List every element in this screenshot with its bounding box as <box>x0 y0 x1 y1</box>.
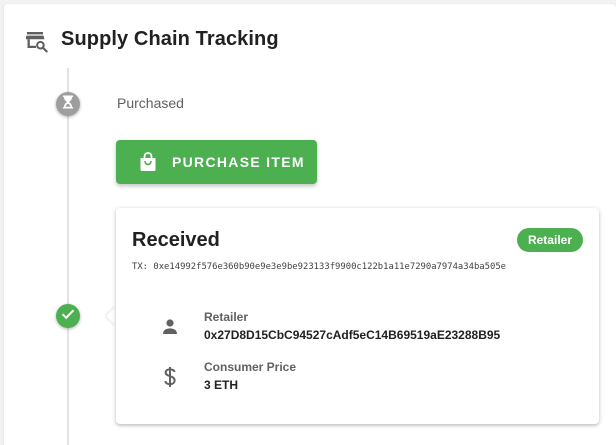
step-label-purchased: Purchased <box>117 95 184 111</box>
received-card: Received Retailer TX: 0xe14992f576e360b9… <box>116 208 599 424</box>
check-icon <box>61 307 75 325</box>
retailer-label: Retailer <box>204 310 249 324</box>
card-title: Received <box>132 229 220 251</box>
consumer-price-value: 3 ETH <box>204 378 239 392</box>
hourglass-icon <box>62 95 74 114</box>
card-pointer <box>106 306 116 326</box>
purchase-item-label: PURCHASE ITEM <box>172 154 305 170</box>
shopping-bag-icon <box>137 151 159 173</box>
page-title: Supply Chain Tracking <box>61 28 279 50</box>
retailer-row: Retailer 0x27D8D15CbC94527cAdf5eC14B6951… <box>116 308 599 348</box>
dollar-icon <box>159 366 181 388</box>
retailer-address: 0x27D8D15CbC94527cAdf5eC14B69519aE23288B… <box>204 328 501 342</box>
person-icon <box>159 316 181 338</box>
timeline-dot-completed <box>56 304 80 328</box>
consumer-price-label: Consumer Price <box>204 360 297 374</box>
shop-search-icon <box>25 31 48 53</box>
transaction-hash: TX: 0xe14992f576e360b90e9e3e9be923133f99… <box>132 262 507 272</box>
timeline-line <box>67 68 69 445</box>
timeline-dot-pending <box>56 92 80 116</box>
consumer-price-row: Consumer Price 3 ETH <box>116 358 599 398</box>
purchase-item-button[interactable]: PURCHASE ITEM <box>116 140 317 184</box>
role-badge: Retailer <box>516 228 583 252</box>
